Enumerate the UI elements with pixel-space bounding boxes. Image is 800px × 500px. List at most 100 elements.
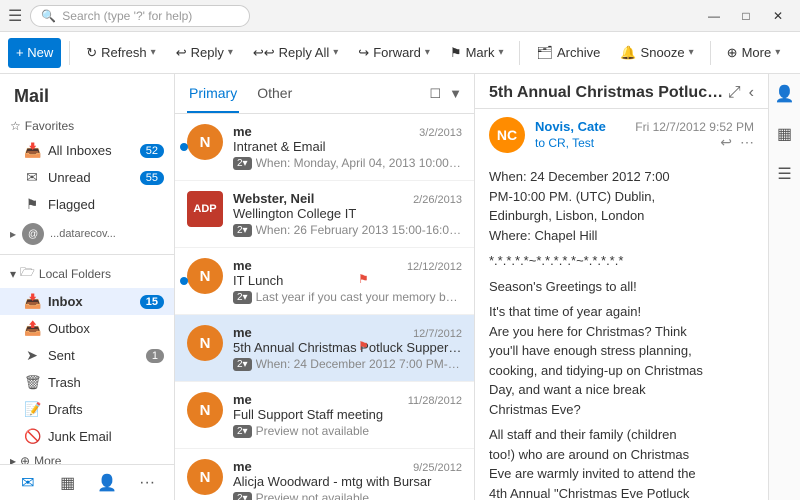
nav-more-button[interactable]: ··· — [133, 469, 161, 497]
reply-all-button[interactable]: ↩↩ Reply All ▾ — [245, 38, 346, 68]
reply-inline-icon[interactable]: ↩ — [720, 134, 732, 151]
sidebar-item-outbox[interactable]: 📤 Outbox — [0, 315, 174, 342]
sidebar-item-trash[interactable]: 🗑 Trash — [0, 369, 174, 396]
email-content: me 12/7/2012 5th Annual Christmas Potluc… — [233, 325, 462, 371]
tab-primary[interactable]: Primary — [187, 74, 239, 113]
search-bar[interactable]: 🔍 Search (type '?' for help) — [30, 5, 250, 27]
email-view-action-icons: ⤢ ‹ — [728, 84, 754, 102]
reply-all-icon: ↩↩ — [253, 45, 275, 61]
reply-all-inline-icon[interactable]: ⋯ — [740, 134, 754, 151]
email-meta: 2▾ Last year if you cast your memory bac… — [233, 290, 462, 304]
forward-button[interactable]: ↪ Forward ▾ — [350, 38, 438, 68]
sidebar-title: Mail — [0, 74, 174, 115]
sidebar-item-flagged[interactable]: ⚑ Flagged — [0, 191, 174, 218]
email-subject: 5th Annual Christmas Potluck Supper - jo… — [233, 340, 462, 355]
toolbar: + New ↻ Refresh ▾ ↩ Reply ▾ ↩↩ Reply All… — [0, 32, 800, 74]
body-line: All staff and their family (children — [489, 425, 754, 445]
popout-icon[interactable]: ⤢ — [728, 84, 741, 102]
filter-icon[interactable]: ▼ — [449, 86, 462, 102]
more-icon: ⊕ — [727, 45, 738, 61]
maximize-button[interactable]: □ — [732, 6, 760, 26]
sidebar-item-junk[interactable]: 🚫 Junk Email — [0, 423, 174, 450]
nav-mail-button[interactable]: ✉ — [14, 469, 42, 497]
panel-tasks-icon[interactable]: ☰ — [773, 162, 797, 186]
email-tabs: Primary Other ☐ ▼ — [175, 74, 474, 114]
more-button[interactable]: ⊕ More ▾ — [719, 38, 789, 68]
email-date: 2/26/2013 — [413, 194, 462, 206]
snooze-button[interactable]: 🔔 Snooze ▾ — [612, 38, 701, 68]
email-subject: Wellington College IT — [233, 206, 462, 221]
email-item[interactable]: N me 11/28/2012 Full Support Staff meeti… — [175, 382, 474, 449]
new-button[interactable]: + New — [8, 38, 61, 68]
trash-icon: 🗑 — [24, 374, 40, 391]
email-count-badge: 2▾ — [233, 492, 252, 500]
account-section[interactable]: ▸ @ ...datarecov... — [0, 218, 174, 250]
email-content: me 11/28/2012 Full Support Staff meeting… — [233, 392, 462, 438]
body-line: *.*.*.*.*~*.*.*.*.*~*.*.*.*.* — [489, 251, 754, 271]
sender-to: to CR, Test — [535, 136, 594, 150]
select-all-icon[interactable]: ☐ — [429, 86, 441, 102]
email-sender: me — [233, 325, 252, 340]
mark-button[interactable]: ⚑ Mark ▾ — [442, 38, 512, 68]
body-line: When: 24 December 2012 7:00 — [489, 167, 754, 187]
body-line: Where: Chapel Hill — [489, 226, 754, 246]
archive-button[interactable]: 🗂 Archive — [528, 38, 608, 68]
email-count-badge: 2▾ — [233, 358, 252, 371]
email-item[interactable]: N me 3/2/2013 Intranet & Email 2▾ When: … — [175, 114, 474, 181]
nav-calendar-button[interactable]: ▦ — [54, 469, 82, 497]
reply-button[interactable]: ↩ Reply ▾ — [168, 38, 241, 68]
snooze-chevron: ▾ — [689, 47, 694, 58]
hamburger-icon[interactable]: ☰ — [8, 6, 22, 26]
body-line: Are you here for Christmas? Think — [489, 322, 754, 342]
email-body: When: 24 December 2012 7:00PM-10:00 PM. … — [475, 157, 768, 500]
email-preview: When: 24 December 2012 7:00 PM-10:00 PM.… — [256, 357, 462, 371]
junk-icon: 🚫 — [24, 428, 40, 445]
local-folders-section[interactable]: ▾ 🗁 Local Folders — [0, 259, 174, 288]
email-subject: Full Support Staff meeting — [233, 407, 462, 422]
reply-chevron: ▾ — [228, 47, 233, 58]
email-avatar: ADP — [187, 191, 223, 227]
reply-icon: ↩ — [176, 45, 187, 61]
refresh-button[interactable]: ↻ Refresh ▾ — [78, 38, 163, 68]
sidebar-item-unread[interactable]: ✉ Unread 55 — [0, 164, 174, 191]
body-line: Edinburgh, Lisbon, London — [489, 206, 754, 226]
sender-avatar: NC — [489, 117, 525, 153]
sidebar-item-all-inboxes[interactable]: 📥 All Inboxes 52 — [0, 137, 174, 164]
minimize-button[interactable]: — — [700, 6, 728, 26]
email-preview: Preview not available — [256, 491, 369, 500]
email-avatar: N — [187, 459, 223, 495]
local-folders-expand-icon: ▾ — [10, 267, 16, 281]
sidebar-item-sent[interactable]: ➤ Sent 1 — [0, 342, 174, 369]
email-items: N me 3/2/2013 Intranet & Email 2▾ When: … — [175, 114, 474, 500]
nav-people-button[interactable]: 👤 — [93, 469, 121, 497]
close-button[interactable]: ✕ — [764, 6, 792, 26]
unread-dot — [180, 277, 188, 285]
email-header: me 9/25/2012 — [233, 459, 462, 474]
sidebar-item-drafts[interactable]: 📝 Drafts — [0, 396, 174, 423]
email-avatar: N — [187, 258, 223, 294]
email-header: me 11/28/2012 — [233, 392, 462, 407]
email-item[interactable]: ⚑ N me 12/7/2012 5th Annual Christmas Po… — [175, 315, 474, 382]
favorites-section[interactable]: ☆ Favorites — [0, 115, 174, 137]
email-item[interactable]: ⚑ N me 12/12/2012 IT Lunch 2▾ Last year … — [175, 248, 474, 315]
right-panel: 👤 ▦ ☰ — [768, 74, 800, 500]
tab-other[interactable]: Other — [255, 74, 294, 113]
snooze-icon: 🔔 — [620, 45, 636, 61]
email-item[interactable]: ADP Webster, Neil 2/26/2013 Wellington C… — [175, 181, 474, 248]
body-line: 4th Annual "Christmas Eve Potluck — [489, 484, 754, 500]
back-icon[interactable]: ‹ — [749, 84, 754, 102]
email-subject: IT Lunch — [233, 273, 462, 288]
email-meta: 2▾ Preview not available — [233, 424, 462, 438]
body-line: Christmas Eve? — [489, 400, 754, 420]
email-tab-actions: ☐ ▼ — [429, 86, 462, 102]
email-list: Primary Other ☐ ▼ N me 3/2/2013 Intranet… — [175, 74, 475, 500]
email-meta: 2▾ Preview not available — [233, 491, 462, 500]
outbox-icon: 📤 — [24, 320, 40, 337]
panel-calendar-icon[interactable]: ▦ — [773, 122, 797, 146]
inbox-badge: 15 — [140, 295, 164, 309]
forward-chevron: ▾ — [425, 47, 430, 58]
email-item[interactable]: N me 9/25/2012 Alicja Woodward - mtg wit… — [175, 449, 474, 500]
local-folders-icon: 🗁 — [20, 263, 35, 284]
sidebar-item-inbox[interactable]: 📥 Inbox 15 — [0, 288, 174, 315]
panel-people-icon[interactable]: 👤 — [773, 82, 797, 106]
